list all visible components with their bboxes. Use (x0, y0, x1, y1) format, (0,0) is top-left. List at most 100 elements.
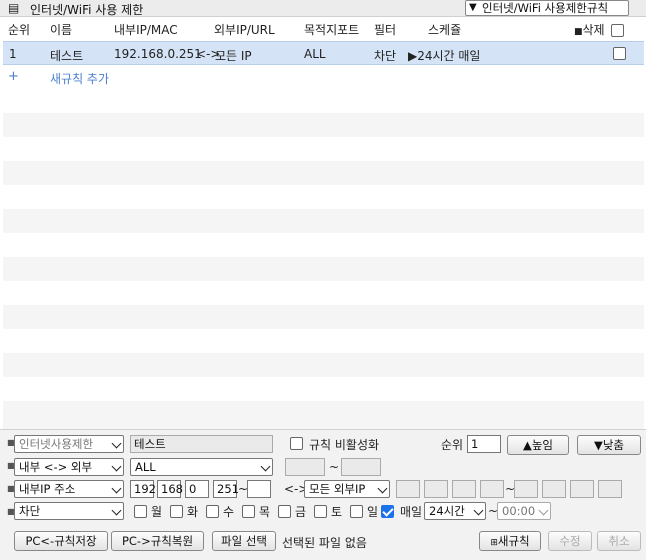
everyday-label: 매일 (400, 505, 423, 519)
ext-field-6[interactable] (542, 480, 566, 498)
row-delete-checkbox[interactable] (613, 47, 626, 60)
lower-button[interactable]: ▼낮춤 (577, 435, 641, 455)
hours-select-label: 24시간 (429, 504, 465, 518)
save-to-pc-button[interactable]: PC<-규칙저장 (14, 531, 108, 551)
rank-label: 순위 (441, 438, 464, 452)
day-mon-label: 월 (151, 505, 163, 519)
chevron-down-icon (473, 505, 484, 516)
delete-all-checkbox[interactable] (611, 24, 625, 37)
raise-button[interactable]: ▲높임 (507, 435, 569, 455)
row-internal: 192.168.0.251 (114, 47, 202, 61)
action-select[interactable]: 차단 (14, 502, 124, 520)
port-start-input[interactable] (285, 458, 325, 476)
new-rule-button[interactable]: ⊞새규칙 (479, 531, 541, 551)
empty-row (3, 113, 644, 137)
ip-octet-4[interactable]: 251 (213, 480, 239, 498)
title-bar: ▤ 인터넷/WiFi 사용 제한 ▼ 인터넷/WiFi 사용제한규칙 (0, 0, 646, 17)
empty-row (3, 209, 644, 233)
ip-octet-3[interactable]: 0 (185, 480, 209, 498)
hours-select[interactable]: 24시간 (424, 502, 486, 520)
filter-icon: ▤ (8, 1, 20, 15)
empty-row (3, 353, 644, 377)
day-thu-checkbox[interactable] (242, 505, 255, 518)
chevron-down-icon (111, 505, 122, 516)
col-schedule: 스케쥴 (428, 23, 462, 37)
day-wed-checkbox[interactable] (206, 505, 219, 518)
empty-row (3, 401, 644, 429)
row-name: 테스트 (50, 49, 84, 63)
empty-row (3, 305, 644, 329)
port-tilde: ~ (329, 460, 340, 474)
day-sun-label: 일 (367, 505, 379, 519)
chevron-down-icon (111, 483, 122, 494)
col-delete-label: 삭제 (582, 23, 605, 37)
row-schedule: ▶24시간 매일 (408, 49, 481, 63)
col-delete: ■삭제 (574, 21, 625, 38)
row-external: 모든 IP (215, 49, 252, 63)
ext-field-2[interactable] (424, 480, 448, 498)
ip-octet-1[interactable]: 192 (130, 480, 156, 498)
internal-type-select-label: 내부IP 주소 (19, 482, 76, 496)
day-fri-checkbox[interactable] (278, 505, 291, 518)
restore-from-pc-button[interactable]: PC->규칙복원 (111, 531, 204, 551)
choose-file-button[interactable]: 파일 선택 (212, 531, 276, 551)
empty-row (3, 257, 644, 281)
page-title: 인터넷/WiFi 사용 제한 (30, 3, 144, 17)
ext-field-1[interactable] (396, 480, 420, 498)
day-sat-checkbox[interactable] (314, 505, 327, 518)
empty-row (3, 161, 644, 185)
ext-field-8[interactable] (598, 480, 622, 498)
ip-octet-2[interactable]: 168 (157, 480, 183, 498)
rule-type-select[interactable]: ▼ 인터넷/WiFi 사용제한규칙 (465, 0, 629, 16)
day-sat-label: 토 (331, 505, 343, 519)
protocol-select[interactable]: ALL (130, 458, 273, 476)
delete-icon: ■ (574, 27, 583, 37)
day-mon-checkbox[interactable] (134, 505, 147, 518)
col-port: 목적지포트 (304, 23, 360, 37)
direction-select-label: 내부 <-> 외부 (19, 460, 93, 474)
add-rule-link[interactable]: 새규칙 추가 (50, 70, 109, 87)
day-tue-checkbox[interactable] (170, 505, 183, 518)
add-rule-row[interactable]: + 새규칙 추가 (3, 66, 644, 89)
disable-rule-checkbox[interactable] (290, 437, 303, 450)
rule-type-dropdown-label: 인터넷사용제한 (19, 437, 94, 451)
ip-end-input[interactable] (247, 480, 271, 498)
protocol-select-label: ALL (135, 460, 156, 474)
table-row[interactable]: 1 테스트 192.168.0.251 <-> 모든 IP ALL 차단 ▶24… (3, 41, 644, 65)
day-tue-label: 화 (187, 505, 199, 519)
no-file-text: 선택된 파일 없음 (282, 536, 367, 550)
row-port: ALL (304, 47, 326, 61)
chevron-down-icon (111, 461, 122, 472)
chevron-down-icon (377, 483, 388, 494)
plus-icon: + (8, 69, 19, 84)
everyday-checkbox[interactable] (381, 505, 394, 518)
cancel-button[interactable]: 취소 (597, 531, 641, 551)
action-select-label: 차단 (19, 504, 41, 518)
rule-edit-panel: ■ 인터넷사용제한 테스트 규칙 비활성화 순위 1 ▲높임 ▼낮춤 ■ 내부 … (0, 429, 646, 560)
day-wed-label: 수 (223, 505, 235, 519)
day-sun-checkbox[interactable] (350, 505, 363, 518)
new-rule-icon: ⊞ (490, 538, 498, 548)
modify-button[interactable]: 수정 (548, 531, 592, 551)
col-rank: 순위 (8, 23, 31, 37)
external-type-select-label: 모든 외부IP (309, 482, 366, 496)
rule-type-select-label: 인터넷/WiFi 사용제한규칙 (482, 1, 609, 15)
time-select[interactable]: 00:00 (497, 502, 551, 520)
rule-name-input[interactable]: 테스트 (130, 435, 273, 453)
col-name: 이름 (50, 23, 73, 37)
external-type-select[interactable]: 모든 외부IP (304, 480, 390, 498)
internal-type-select[interactable]: 내부IP 주소 (14, 480, 124, 498)
col-internal: 내부IP/MAC (114, 23, 178, 37)
direction-select[interactable]: 내부 <-> 외부 (14, 458, 124, 476)
chevron-down-icon (538, 505, 549, 516)
col-filter: 필터 (374, 23, 397, 37)
ext-field-3[interactable] (452, 480, 476, 498)
new-rule-label: 새규칙 (497, 534, 530, 548)
rule-type-dropdown[interactable]: 인터넷사용제한 (14, 435, 124, 453)
rank-input[interactable]: 1 (467, 435, 501, 453)
port-end-input[interactable] (341, 458, 381, 476)
day-fri-label: 금 (295, 505, 307, 519)
ext-field-7[interactable] (570, 480, 594, 498)
ext-field-5[interactable] (514, 480, 538, 498)
ext-field-4[interactable] (480, 480, 504, 498)
